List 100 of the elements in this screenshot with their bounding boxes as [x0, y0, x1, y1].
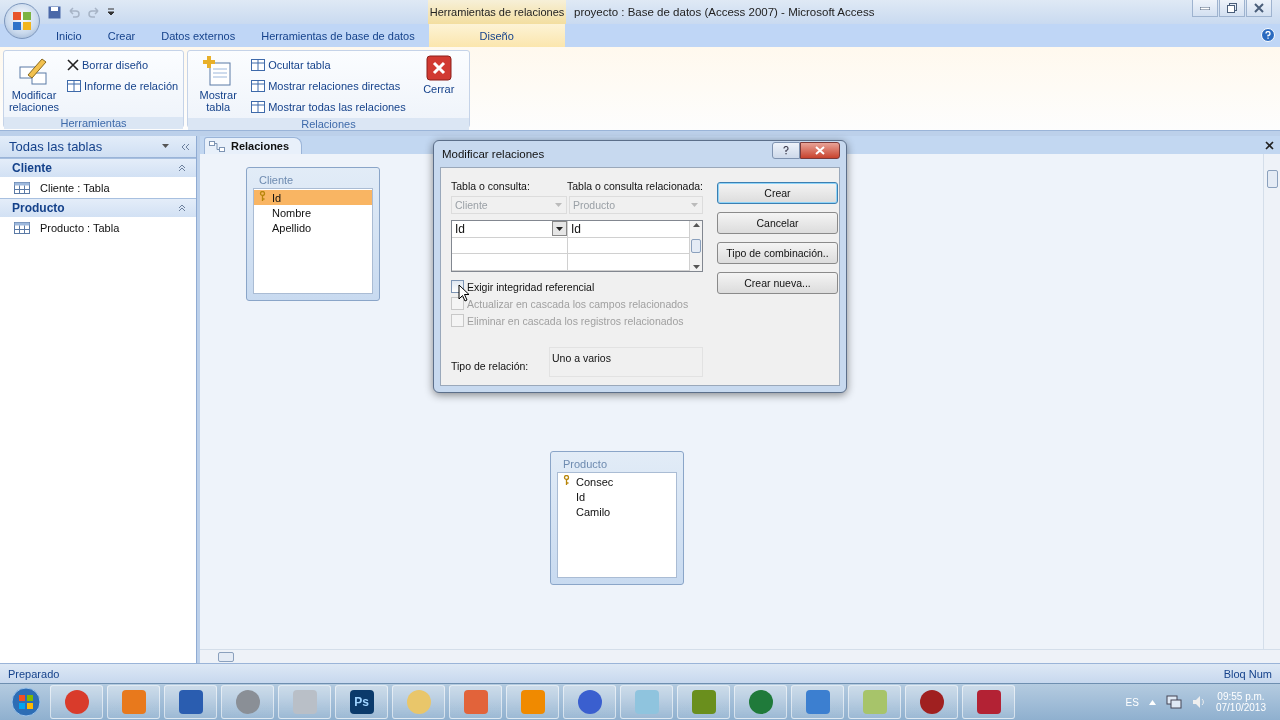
collapse-icon[interactable]: [181, 142, 190, 151]
logo-icon: [12, 11, 32, 31]
nav-group-header[interactable]: Producto: [0, 198, 196, 217]
table-icon: [14, 181, 30, 194]
save-icon[interactable]: [48, 5, 61, 19]
taskbar-button[interactable]: [734, 685, 787, 719]
ribbon-button[interactable]: Mostrar tabla: [191, 53, 246, 116]
close-button[interactable]: [1246, 0, 1272, 17]
close-icon: [815, 145, 825, 155]
field-item[interactable]: Consec: [558, 474, 676, 489]
field-item[interactable]: Nombre: [254, 205, 372, 220]
speaker-icon[interactable]: [1191, 695, 1206, 709]
group-label: Herramientas: [4, 117, 184, 129]
grid-cell[interactable]: [452, 237, 568, 255]
taskbar-button[interactable]: Ps: [335, 685, 388, 719]
dropdown-arrow-icon: [556, 226, 563, 231]
table-box[interactable]: Cliente Id Nombre Apellido: [246, 167, 380, 301]
taskbar-button[interactable]: [449, 685, 502, 719]
ribbon-tab[interactable]: Diseño: [428, 24, 565, 47]
question-mark-icon: [1265, 31, 1271, 39]
horizontal-scrollbar[interactable]: [200, 649, 1280, 663]
table-title: Producto: [562, 457, 609, 472]
cross-icon: [67, 58, 79, 71]
close-icon: [1265, 140, 1274, 150]
table-box[interactable]: Producto Consec Id Camilo: [550, 451, 684, 585]
ribbon-button[interactable]: Mostrar relaciones directas: [249, 76, 408, 95]
taskbar-button[interactable]: [905, 685, 958, 719]
dropdown-button[interactable]: [552, 221, 567, 237]
field-item[interactable]: Camilo: [558, 504, 676, 519]
close-icon: [425, 55, 452, 81]
taskbar-button[interactable]: [791, 685, 844, 719]
scroll-up-icon[interactable]: [692, 223, 700, 227]
key-icon: [259, 191, 266, 202]
help-button[interactable]: [772, 141, 800, 159]
ribbon-button[interactable]: Ocultar tabla: [249, 55, 408, 74]
scroll-down-icon[interactable]: [692, 264, 700, 269]
dialog-button[interactable]: Tipo de combinación..: [717, 242, 838, 264]
context-tab-group: Herramientas de relaciones: [428, 0, 566, 24]
restore-icon: [1227, 3, 1237, 13]
taskbar-button[interactable]: [50, 685, 103, 719]
dialog-title: Modificar relaciones: [442, 148, 546, 160]
ribbon-button[interactable]: Mostrar todas las relaciones: [249, 97, 408, 116]
clock-date: 07/10/2013: [1215, 702, 1266, 713]
vertical-scrollbar[interactable]: [1263, 154, 1280, 649]
start-orb-icon: [11, 687, 41, 717]
table-icon: [251, 79, 266, 92]
restore-button[interactable]: [1219, 0, 1245, 17]
close-button[interactable]: [800, 141, 840, 159]
grid-cell[interactable]: [452, 254, 568, 271]
taskbar-button[interactable]: [164, 685, 217, 719]
ribbon-tab[interactable]: Herramientas de base de datos: [249, 24, 427, 47]
taskbar-button[interactable]: [677, 685, 730, 719]
document-tab[interactable]: Relaciones: [204, 137, 303, 154]
ribbon-button[interactable]: Modificar relaciones: [7, 53, 61, 115]
close-icon: [1254, 3, 1264, 13]
collapse-icon: [178, 164, 186, 172]
status-text: Preparado: [8, 667, 60, 680]
minimize-icon: [1200, 6, 1210, 10]
ribbon-button[interactable]: Borrar diseño: [65, 55, 181, 74]
dialog-button[interactable]: Crear: [717, 182, 838, 204]
table-icon: [14, 221, 30, 234]
field-item[interactable]: Id: [558, 489, 676, 504]
key-icon: [563, 475, 570, 486]
field-label: Tabla o consulta:: [451, 180, 531, 192]
dialog-button[interactable]: Crear nueva...: [717, 272, 838, 294]
ribbon-tab[interactable]: Crear: [95, 24, 148, 47]
window-title: proyecto : Base de datos (Access 2007) - Microsoft Access: [573, 5, 876, 20]
cursor-icon: [458, 284, 470, 302]
table-icon: [67, 79, 81, 92]
nav-group-header[interactable]: Cliente: [0, 158, 196, 177]
taskbar-button[interactable]: [221, 685, 274, 719]
network-icon[interactable]: [1165, 695, 1182, 709]
status-indicator: Bloq Num: [1223, 667, 1272, 680]
field-label: Tabla o consulta relacionada:: [567, 180, 703, 192]
collapse-icon: [178, 204, 186, 212]
relation-type-value: Uno a varios: [549, 347, 703, 377]
grid-cell[interactable]: Id: [452, 221, 568, 238]
up-arrow-icon[interactable]: [1148, 699, 1156, 705]
ribbon-button[interactable]: Informe de relación: [65, 76, 181, 95]
relationship-icon: [209, 140, 225, 152]
grid-scrollbar[interactable]: [690, 221, 702, 271]
clock-time: 09:55 p.m.: [1217, 691, 1265, 702]
question-mark-icon: [783, 145, 789, 155]
table-icon: [251, 58, 266, 71]
taskbar-button[interactable]: [962, 685, 1015, 719]
app-icon: Ps: [349, 690, 374, 714]
dropdown-arrow-icon[interactable]: [162, 144, 169, 149]
group-label: Relaciones: [188, 118, 469, 130]
help-icon[interactable]: [1261, 28, 1275, 42]
table-title: Cliente: [258, 173, 295, 188]
dropdown-arrow-icon[interactable]: [107, 8, 115, 16]
dialog-button[interactable]: Cancelar: [717, 212, 838, 234]
ribbon-tab[interactable]: Datos externos: [149, 24, 248, 47]
taskbar-button[interactable]: [563, 685, 616, 719]
table-icon: [251, 100, 266, 113]
ribbon-tab[interactable]: Inicio: [44, 24, 94, 47]
ribbon-button[interactable]: Cerrar: [411, 53, 466, 116]
field-item[interactable]: Apellido: [254, 220, 372, 235]
field-item[interactable]: Id: [254, 190, 372, 205]
field-label: Tipo de relación:: [451, 359, 530, 372]
